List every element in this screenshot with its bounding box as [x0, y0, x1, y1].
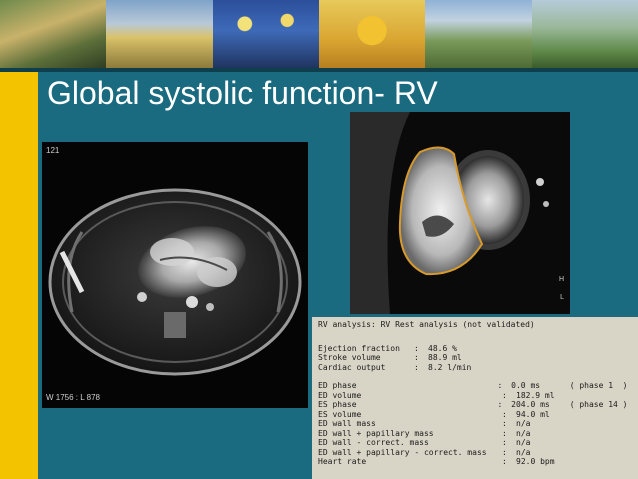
slide-title: Global systolic function- RV: [47, 75, 438, 111]
summary-label: Stroke volume: [318, 353, 381, 362]
detail-label: ED volume: [318, 390, 362, 400]
detail-row: ED volume:182.9 ml: [318, 391, 638, 401]
detail-extra: ( phase 1 ): [569, 381, 628, 390]
detail-value: 92.0 bpm: [516, 457, 555, 466]
painting-village-image: [0, 0, 107, 68]
detail-extra: ( phase 14 ): [569, 400, 628, 409]
detail-label: ED wall mass: [318, 419, 376, 428]
detail-value: n/a: [516, 438, 531, 447]
summary-label: Ejection fraction: [318, 343, 400, 353]
summary-value: 48.6 %: [428, 343, 457, 353]
detail-row: ED wall + papillary - correct. mass: n/a: [318, 448, 638, 458]
detail-label: ED wall + papillary - correct. mass: [318, 447, 487, 457]
detail-row: ED wall - correct. mass: n/a: [318, 438, 638, 448]
accent-bar: [0, 72, 38, 479]
summary-row: Cardiac output:8.2 l/min: [318, 363, 638, 373]
detail-row: ES phase:204.0 ms( phase 14 ): [318, 400, 638, 410]
painting-sunflowers-image: [318, 0, 426, 68]
detail-label: ED phase: [318, 381, 357, 390]
detail-label: ED wall - correct. mass: [318, 438, 429, 447]
report-heading: RV analysis: RV Rest analysis (not valid…: [318, 320, 535, 329]
detail-value: n/a: [516, 447, 531, 457]
window-level-label: W 1756 : L 878: [46, 393, 100, 402]
painting-starry-night-image: [212, 0, 319, 68]
painting-cottages-image: [425, 0, 532, 68]
summary-label: Cardiac output: [318, 362, 386, 372]
detail-row: Heart rate:92.0 bpm: [318, 457, 638, 467]
detail-label: ES phase: [318, 400, 357, 409]
painting-landscape-image: [531, 0, 638, 68]
painting-wheatfield-image: [106, 0, 213, 68]
detail-label: ED wall + papillary mass: [318, 428, 434, 438]
detail-value: 0.0 ms: [511, 381, 541, 390]
detail-row: ED wall mass: n/a: [318, 419, 638, 429]
summary-row: Ejection fraction:48.6 %: [318, 344, 638, 354]
rv-analysis-report: RV analysis: RV Rest analysis (not valid…: [312, 317, 638, 479]
orientation-bottom-label: L: [560, 294, 564, 301]
banner-divider: [0, 68, 638, 72]
detail-row: ED phase:0.0 ms( phase 1 ): [318, 381, 638, 391]
short-axis-mri-image: H L: [350, 112, 570, 314]
detail-label: ES volume: [318, 409, 362, 419]
detail-row: ED wall + papillary mass: n/a: [318, 429, 638, 439]
summary-value: 88.9 ml: [428, 353, 462, 362]
detail-value: 94.0 ml: [516, 409, 550, 419]
detail-value: 204.0 ms: [511, 400, 550, 409]
frame-number-label: 121: [46, 146, 60, 155]
summary-value: 8.2 l/min: [428, 362, 472, 372]
detail-value: n/a: [516, 419, 531, 428]
detail-label: Heart rate: [318, 457, 367, 466]
detail-value: 182.9 ml: [516, 390, 555, 400]
summary-row: Stroke volume:88.9 ml: [318, 353, 638, 363]
detail-row: ES volume:94.0 ml: [318, 410, 638, 420]
painting-banner: [0, 0, 638, 68]
orientation-top-label: H: [558, 276, 564, 283]
four-chamber-mri-image: 121 W 1756 : L 878: [42, 142, 308, 408]
detail-value: n/a: [516, 428, 531, 438]
